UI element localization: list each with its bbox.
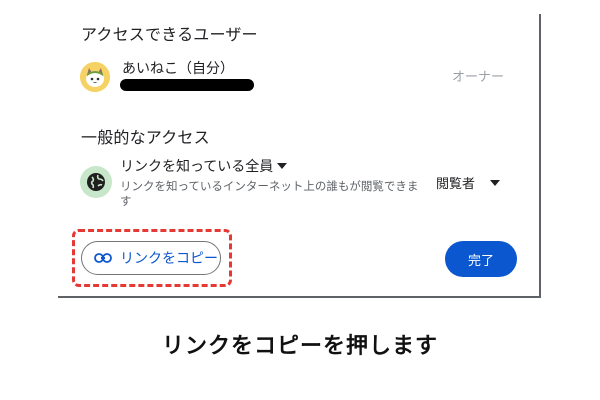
owner-role-label: オーナー xyxy=(452,70,505,85)
users-section-title: アクセスできるユーザー xyxy=(81,25,258,44)
owner-name: あいねこ（自分） xyxy=(122,61,234,77)
globe-icon xyxy=(80,166,112,198)
screenshot-stage: アクセスできるユーザー あいねこ（自分） オーナー 一般的なアクセス リンクを知… xyxy=(0,0,600,400)
chevron-down-icon[interactable] xyxy=(277,163,287,169)
access-description: リンクを知っているインターネット上の誰もが閲覧できます xyxy=(120,179,419,208)
redacted-email-bar xyxy=(120,79,254,91)
cat-avatar-icon xyxy=(80,62,110,92)
instruction-caption: リンクをコピーを押します xyxy=(161,334,438,359)
dialog-border-bottom xyxy=(58,296,540,298)
dialog-border-right xyxy=(539,14,541,298)
done-button[interactable]: 完了 xyxy=(445,241,517,277)
role-dropdown[interactable]: 閲覧者 xyxy=(436,173,475,192)
access-scope-dropdown[interactable]: リンクを知っている全員 xyxy=(120,156,273,176)
general-access-title: 一般的なアクセス xyxy=(81,128,210,147)
chevron-down-icon[interactable] xyxy=(490,180,500,186)
highlight-annotation xyxy=(72,229,232,287)
